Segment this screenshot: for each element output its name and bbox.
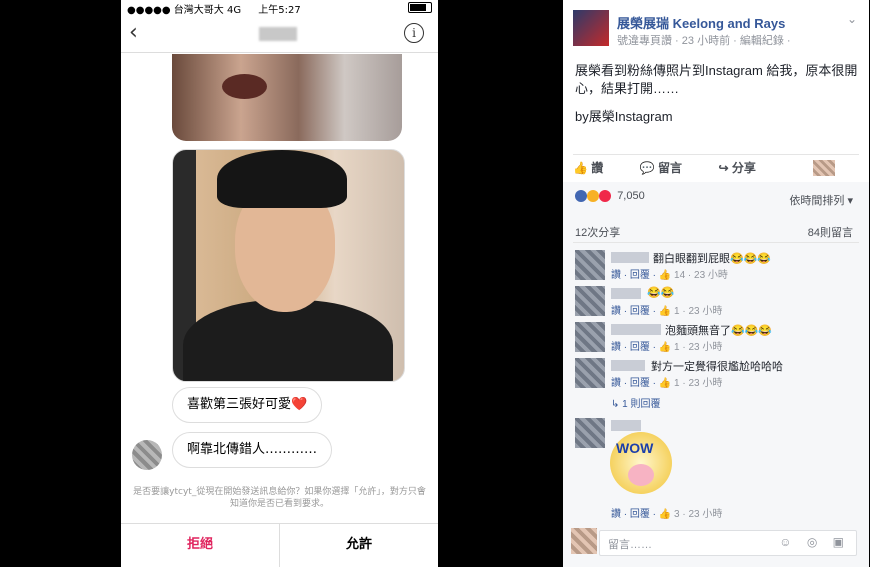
photo-detail <box>222 74 267 99</box>
battery-icon <box>408 2 432 13</box>
shared-photo-2[interactable] <box>172 149 405 382</box>
commenter-avatar[interactable] <box>575 418 605 448</box>
commenter-avatar[interactable] <box>575 322 605 352</box>
shared-photo-1[interactable] <box>172 54 402 141</box>
commenter-avatar[interactable] <box>575 250 605 280</box>
comment-placeholder: 留言…… <box>608 539 652 551</box>
post-text: 展榮看到粉絲傳照片到Instagram 給我，原本很開心，結果打開…… <box>575 63 858 96</box>
comment-reply-links[interactable]: 讚 · 回覆 · <box>611 306 656 317</box>
post-meta: 號違專頁讚 · 23 小時前 · 編輯紀錄 · <box>617 35 791 47</box>
commenter-avatar[interactable] <box>575 286 605 316</box>
comment-text: 翻白眼翻到屁眼😂😂😂 <box>653 253 772 265</box>
reaction-summary[interactable]: 7,050 <box>575 190 645 203</box>
like-reaction-icon <box>575 190 587 203</box>
photo-shirt <box>183 300 393 381</box>
commenter-name[interactable] <box>611 324 661 335</box>
comment-item: 翻白眼翻到屁眼😂😂😂 讚 · 回覆 · 👍 14 · 23 小時 <box>575 250 863 284</box>
allow-button[interactable]: 允許 <box>280 524 438 567</box>
comment-text: 對方一定覺得很尷尬哈哈哈 <box>651 361 783 373</box>
deny-button[interactable]: 拒絕 <box>121 524 280 567</box>
viewer-avatar <box>571 528 597 554</box>
sender-avatar <box>132 440 162 470</box>
commenter-name[interactable] <box>611 360 645 371</box>
commenter-name[interactable] <box>611 420 641 431</box>
message-request-notice: 是否要讓ytcyt_從現在開始發送訊息給你？如果你選擇「允許」，對方只會知道你是… <box>133 487 426 509</box>
instagram-phone-screen: ●●●●● 台灣大哥大 4G 上午5:27 ‹ i 喜歡第三張好可愛❤️ 啊靠北… <box>121 0 438 567</box>
wow-sticker: WOW <box>610 432 672 494</box>
comment-item: 讚 · 回覆 · 👍 3 · 23 小時 <box>575 505 863 521</box>
status-bar: ●●●●● 台灣大哥大 4G 上午5:27 <box>121 0 438 16</box>
view-replies-link[interactable]: ↳ 1 則回覆 <box>611 395 661 410</box>
reaction-count: 7,050 <box>617 190 645 202</box>
message-bubble: 喜歡第三張好可愛❤️ <box>172 387 323 423</box>
page-name-link[interactable]: 展榮展瑞 Keelong and Rays <box>617 13 785 32</box>
blurred-username <box>259 27 297 41</box>
post-byline: by展榮Instagram <box>575 109 673 124</box>
comment-reply-links[interactable]: 讚 · 回覆 · <box>611 378 656 389</box>
comment-reply-links[interactable]: 讚 · 回覆 · <box>611 509 656 520</box>
comment-actions: 讚 · 回覆 · 👍 3 · 23 小時 <box>611 509 723 520</box>
request-actions: 拒絕 允許 <box>121 523 438 567</box>
comment-actions: 讚 · 回覆 · 👍 1 · 23 小時 <box>611 342 723 353</box>
comment-button[interactable]: 💬 留言 <box>640 161 698 175</box>
commenter-avatar[interactable] <box>575 358 605 388</box>
comment-actions: 讚 · 回覆 · 👍 14 · 23 小時 <box>611 270 728 281</box>
facebook-post-panel: 展榮展瑞 Keelong and Rays 號違專頁讚 · 23 小時前 · 編… <box>563 0 869 567</box>
post-header: 展榮展瑞 Keelong and Rays 號違專頁讚 · 23 小時前 · 編… <box>573 10 859 50</box>
message-bubble: 啊靠北傳錯人………… <box>172 432 333 468</box>
divider <box>573 242 859 243</box>
comment-item: 😂😂 讚 · 回覆 · 👍 1 · 23 小時 <box>575 286 863 320</box>
comment-text: 😂😂 <box>647 287 675 299</box>
comment-actions: 讚 · 回覆 · 👍 1 · 23 小時 <box>611 378 723 389</box>
page-avatar[interactable] <box>573 10 609 46</box>
chevron-down-icon[interactable]: ⌄ <box>847 12 857 26</box>
comment-reply-links[interactable]: 讚 · 回覆 · <box>611 342 656 353</box>
comment-input[interactable]: 留言…… ☺ ◎ ▣ <box>599 530 857 556</box>
post-action-bar: 👍 讚 💬 留言 ↪ 分享 <box>573 154 859 183</box>
comment-text: 泡麵頭無音了😂😂😂 <box>665 325 773 337</box>
viewer-avatar[interactable] <box>813 160 835 176</box>
comment-item: 泡麵頭無音了😂😂😂 讚 · 回覆 · 👍 1 · 23 小時 <box>575 322 863 356</box>
haha-reaction-icon <box>587 190 600 203</box>
sticker-text: WOW <box>616 440 654 456</box>
share-count[interactable]: 12次分享 <box>575 224 620 240</box>
comment-input-icons[interactable]: ☺ ◎ ▣ <box>779 535 850 549</box>
chat-header: ‹ i <box>121 14 438 53</box>
share-button[interactable]: ↪ 分享 <box>719 161 772 175</box>
commenter-name[interactable] <box>611 288 641 299</box>
love-reaction-icon <box>599 190 612 203</box>
comment-count[interactable]: 84則留言 <box>808 224 853 240</box>
commenter-name[interactable] <box>611 252 649 263</box>
photo-cap <box>217 150 347 208</box>
sticker-character <box>628 464 654 486</box>
comment-item: 對方一定覺得很尷尬哈哈哈 讚 · 回覆 · 👍 1 · 23 小時 <box>575 358 863 392</box>
back-chevron-icon[interactable]: ‹ <box>129 20 138 45</box>
sort-dropdown[interactable]: 依時間排列 ▾ <box>789 192 853 208</box>
info-icon[interactable]: i <box>404 23 424 43</box>
like-button[interactable]: 👍 讚 <box>573 161 619 175</box>
comment-reply-links[interactable]: 讚 · 回覆 · <box>611 270 656 281</box>
comment-actions: 讚 · 回覆 · 👍 1 · 23 小時 <box>611 306 723 317</box>
